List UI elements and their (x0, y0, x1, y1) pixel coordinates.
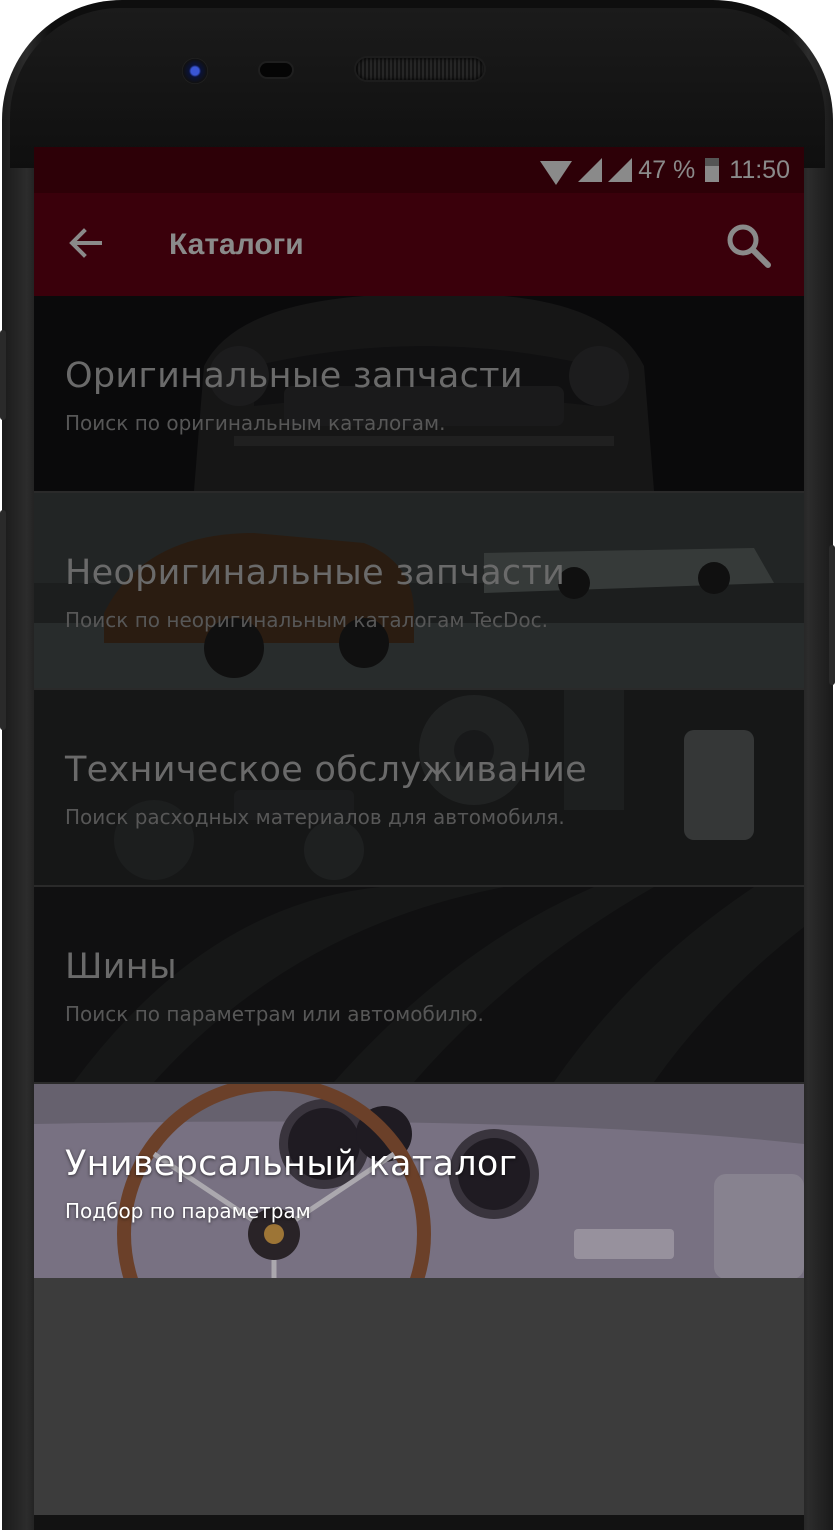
wifi-icon (540, 161, 573, 185)
catalog-subtitle: Подбор по параметрам (65, 1199, 311, 1223)
proximity-sensor (260, 63, 292, 77)
status-icons: 47 % 11:50 (540, 147, 790, 193)
catalog-title: Шины (65, 947, 177, 987)
catalog-item-tires[interactable]: Шины Поиск по параметрам или автомобилю. (34, 887, 804, 1084)
catalog-item-maintenance[interactable]: Техническое обслуживание Поиск расходных… (34, 690, 804, 887)
catalog-item-original[interactable]: Оригинальные запчасти Поиск по оригиналь… (34, 296, 804, 493)
arrow-left-icon[interactable] (66, 223, 106, 263)
side-button-left-upper (0, 330, 6, 420)
empty-content-area (34, 1278, 804, 1515)
side-button-right (829, 545, 835, 685)
status-bar: 47 % 11:50 (34, 147, 804, 193)
search-icon[interactable] (724, 221, 772, 269)
catalog-subtitle: Поиск расходных материалов для автомобил… (65, 805, 565, 829)
bottom-bezel-strip (34, 1515, 804, 1530)
catalog-title: Оригинальные запчасти (65, 356, 523, 396)
catalog-title: Неоригинальные запчасти (65, 553, 566, 593)
battery-percent: 47 % (638, 155, 696, 184)
catalog-subtitle: Поиск по неоригинальным каталогам TecDoc… (65, 608, 548, 632)
earpiece-speaker (356, 58, 484, 80)
catalog-item-universal[interactable]: Универсальный каталог Подбор по параметр… (34, 1084, 804, 1281)
battery-icon (705, 158, 720, 182)
cell-signal-icon (578, 158, 603, 182)
catalog-subtitle: Поиск по параметрам или автомобилю. (65, 1002, 484, 1026)
app-bar: Каталоги (34, 193, 804, 296)
catalog-item-aftermarket[interactable]: Неоригинальные запчасти Поиск по неориги… (34, 493, 804, 690)
side-button-left-lower (0, 510, 6, 730)
cell-signal-icon (608, 158, 633, 182)
catalog-list: Оригинальные запчасти Поиск по оригиналь… (34, 296, 804, 1281)
catalog-title: Универсальный каталог (65, 1144, 518, 1184)
catalog-subtitle: Поиск по оригинальным каталогам. (65, 411, 446, 435)
clock: 11:50 (729, 155, 790, 184)
catalog-title: Техническое обслуживание (65, 750, 587, 790)
phone-top-bezel (10, 8, 825, 168)
screen: 47 % 11:50 Каталоги Оригинальные запчаст… (34, 147, 804, 1530)
front-camera (182, 58, 208, 84)
page-title: Каталоги (169, 228, 304, 261)
